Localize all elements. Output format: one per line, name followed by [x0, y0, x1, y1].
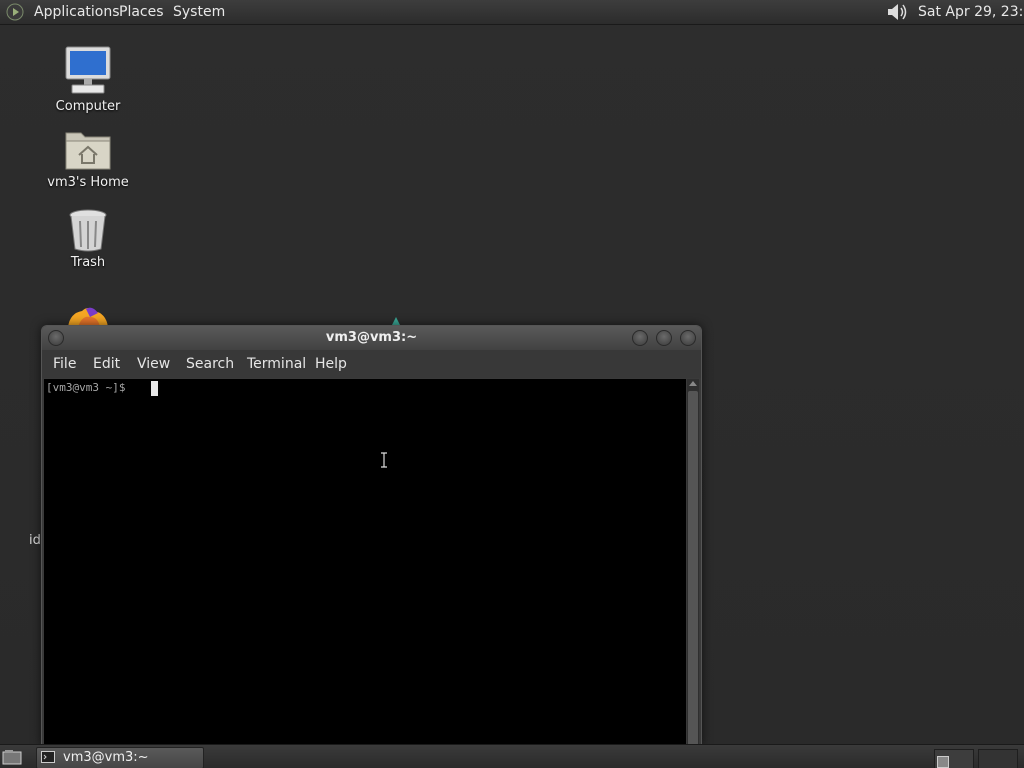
scroll-up-arrow-icon[interactable] — [689, 381, 697, 386]
menu-places[interactable]: Places — [119, 3, 164, 21]
home-folder-icon — [65, 132, 111, 170]
desktop-partial-label: id — [29, 533, 41, 548]
desktop: Applications Places System Sat Apr 29, 2… — [0, 0, 1024, 768]
terminal-window[interactable]: vm3@vm3:~ File Edit View Search Terminal… — [41, 325, 702, 746]
close-button[interactable] — [680, 330, 696, 346]
speaker-icon[interactable] — [885, 2, 909, 22]
bottom-panel: vm3@vm3:~ — [0, 744, 1024, 768]
menu-file[interactable]: File — [53, 356, 76, 372]
firefox-icon[interactable] — [64, 305, 112, 327]
desktop-icon-computer[interactable]: Computer — [38, 45, 138, 114]
menu-search[interactable]: Search — [186, 356, 234, 372]
desktop-icon-label: Trash — [70, 255, 106, 270]
shell-prompt: [vm3@vm3 ~]$ — [46, 381, 133, 394]
trash-icon — [69, 209, 107, 252]
menu-system[interactable]: System — [173, 3, 225, 21]
terminal-icon — [41, 751, 55, 763]
ibeam-cursor-icon — [381, 452, 387, 468]
terminal-scrollbar[interactable] — [687, 379, 699, 746]
window-title: vm3@vm3:~ — [325, 330, 418, 345]
menu-edit[interactable]: Edit — [93, 356, 120, 372]
taskbar-button-label: vm3@vm3:~ — [63, 750, 149, 765]
top-panel: Applications Places System Sat Apr 29, 2… — [0, 0, 1024, 25]
desktop-icon-label: vm3's Home — [47, 175, 129, 190]
clock[interactable]: Sat Apr 29, 23:17 — [918, 3, 1024, 21]
menu-applications[interactable]: Applications — [34, 3, 120, 21]
computer-icon — [65, 46, 111, 94]
minimize-button[interactable] — [632, 330, 648, 346]
text-cursor — [151, 381, 158, 396]
workspace-window-preview — [937, 756, 949, 768]
window-titlebar[interactable]: vm3@vm3:~ — [42, 326, 701, 350]
terminal-output[interactable]: [vm3@vm3 ~]$ — [44, 379, 686, 746]
desktop-icon-label: Computer — [55, 99, 121, 114]
desktop-icon-home[interactable]: vm3's Home — [38, 127, 138, 190]
terminal-menubar: File Edit View Search Terminal Help — [42, 350, 701, 378]
menu-view[interactable]: View — [137, 356, 170, 372]
menu-terminal[interactable]: Terminal — [247, 356, 306, 372]
show-desktop-icon[interactable] — [2, 748, 22, 766]
workspace-1[interactable] — [934, 749, 974, 768]
workspace-2[interactable] — [978, 749, 1018, 768]
menu-help[interactable]: Help — [315, 356, 347, 372]
desktop-icon-trash[interactable]: Trash — [38, 207, 138, 270]
taskbar-button-terminal[interactable]: vm3@vm3:~ — [36, 747, 204, 768]
scrollbar-thumb[interactable] — [688, 391, 698, 746]
partial-icon — [392, 317, 400, 325]
maximize-button[interactable] — [656, 330, 672, 346]
gnome-foot-icon[interactable] — [6, 3, 24, 21]
